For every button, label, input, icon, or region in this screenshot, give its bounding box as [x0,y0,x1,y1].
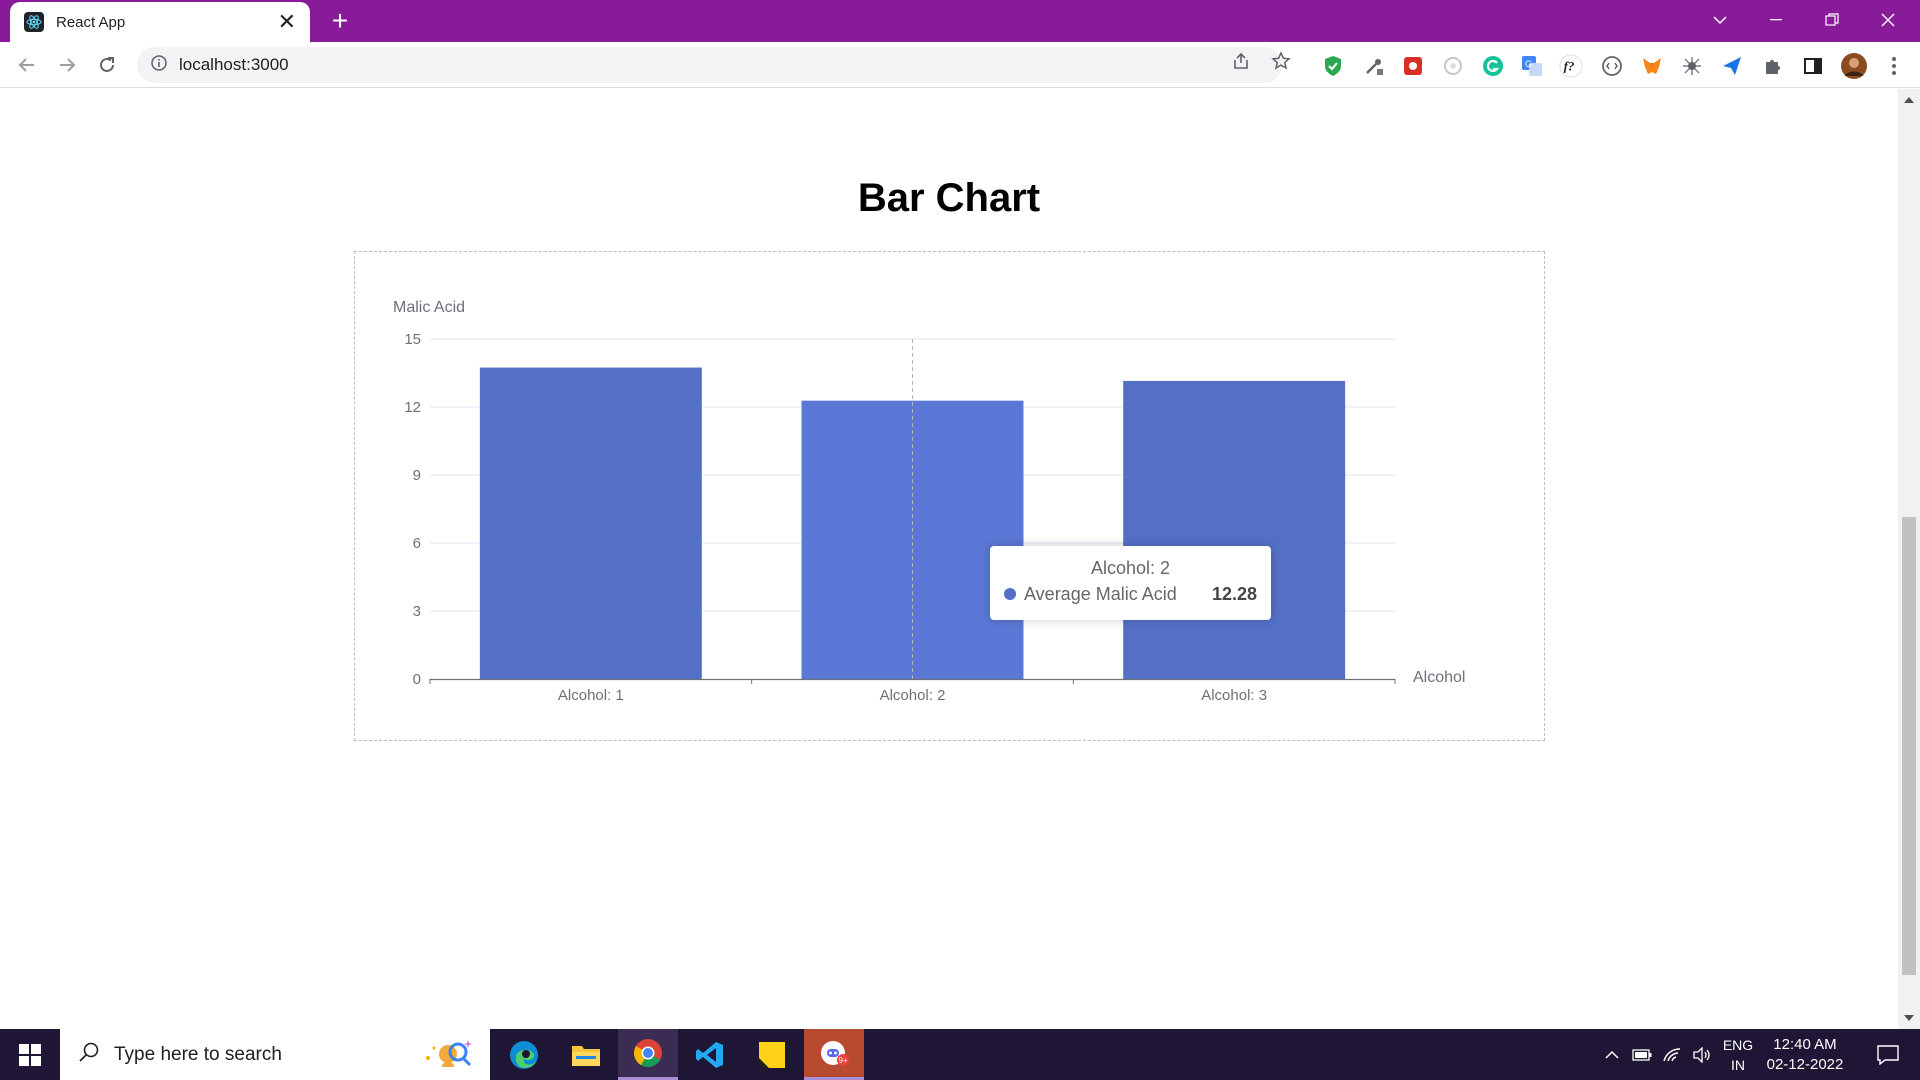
bar-chart: 03691215Malic AcidAlcohol: 1 Alcohol: 2 Al… [393,299,1465,704]
url-text[interactable]: localhost:3000 [179,55,289,75]
file-explorer-icon[interactable] [556,1029,616,1080]
react-logo-icon [24,12,44,32]
close-window-icon[interactable] [1860,0,1916,40]
show-hidden-icons-chevron-icon[interactable] [1600,1029,1624,1080]
extensions-puzzle-icon[interactable] [1761,54,1785,78]
x-axis-label: Alcohol [1413,669,1465,686]
region-code: IN [1731,1057,1745,1073]
clock-time: 12:40 AM [1773,1036,1837,1053]
tooltip-title: Alcohol: 2 [1090,558,1171,578]
y-tick-label: 9 [413,467,421,484]
code-extension-icon[interactable] [1600,54,1624,78]
scroll-thumb[interactable] [1902,517,1916,975]
scroll-down-arrow-icon[interactable] [1904,1015,1914,1021]
y-tick-label: 12 [404,399,421,416]
clock-date: 02-12-2022 [1766,1056,1844,1073]
eyedropper-extension-icon[interactable] [1362,54,1386,78]
wifi-icon[interactable] [1658,1029,1686,1080]
y-tick-label: 0 [413,671,421,688]
language-indicator[interactable]: ENG IN [1716,1035,1760,1075]
minimize-icon[interactable] [1748,0,1804,40]
bar-2 [801,400,1024,679]
discord-icon[interactable]: 9+ [804,1029,864,1080]
circle-extension-icon[interactable] [1441,54,1465,78]
sticky-notes-icon[interactable] [742,1029,802,1080]
search-placeholder: Type here to search [114,1043,282,1065]
y-tick-label: 15 [404,331,421,348]
search-highlight-icon [420,1034,476,1075]
x-tick-label: Alcohol: 2 [880,687,946,704]
chart-container: 0 3 6 9 12 15 Malic Acid Alcohol: 1 Alcohol: 2 Al… [354,251,1545,741]
restore-icon[interactable] [1804,0,1860,40]
shield-extension-icon[interactable] [1321,54,1345,78]
system-clock[interactable]: 12:40 AM 02-12-2022 [1762,1035,1848,1075]
bar-1 [479,367,702,679]
svg-text:G: G [1525,59,1532,69]
taskbar-search-box[interactable]: Type here to search [60,1029,490,1080]
windows-start-icon[interactable] [0,1029,60,1080]
browser-toolbar: localhost:3000 G f? [0,42,1920,88]
vscode-icon[interactable] [680,1029,740,1080]
browser-menu-icon[interactable] [1882,54,1906,78]
bar-3 [1123,380,1346,679]
font-finder-icon[interactable]: f? [1559,54,1583,78]
battery-icon[interactable] [1628,1029,1656,1080]
profile-avatar[interactable] [1840,52,1868,80]
page-content: Bar Chart 0 3 6 9 12 15 Malic Acid Alcohol: 1 Al… [0,89,1898,1029]
x-tick-label: Alcohol: 3 [1201,687,1267,704]
edge-browser-icon[interactable] [494,1029,554,1080]
back-icon[interactable] [12,50,42,80]
tooltip-row: Average Malic Acid 12.28 [1004,580,1257,608]
chart-tooltip: Alcohol: 2 Average Malic Acid 12.28 [990,546,1271,620]
site-info-icon[interactable] [151,54,167,76]
share-icon[interactable] [1230,50,1252,72]
new-tab-button[interactable]: + [325,6,355,36]
search-icon [78,1041,100,1068]
metamask-fox-icon[interactable] [1640,54,1664,78]
paper-plane-icon[interactable] [1720,54,1744,78]
windows-taskbar: Type here to search 9+ ENG IN 12:40 AM 0… [0,1029,1920,1080]
tooltip-value: 12.28 [1211,584,1257,604]
red-extension-icon[interactable] [1401,54,1425,78]
tab-title: React App [56,13,126,31]
x-tick-label: Alcohol: 1 [558,687,624,704]
reload-icon[interactable] [92,50,122,80]
bug-extension-icon[interactable] [1680,54,1704,78]
browser-tab[interactable]: React App ✕ [10,2,310,42]
y-tick-label: 3 [413,603,421,620]
tab-close-icon[interactable]: ✕ [278,11,296,33]
browser-title-bar: React App ✕ + [0,0,1920,42]
address-bar[interactable]: localhost:3000 [137,47,1282,83]
grammarly-icon[interactable] [1481,54,1505,78]
tab-search-icon[interactable] [1692,0,1748,40]
forward-icon[interactable] [52,50,82,80]
y-tick-label: 6 [413,535,421,552]
scroll-up-arrow-icon[interactable] [1904,97,1914,103]
page-scrollbar[interactable] [1898,89,1920,1029]
volume-icon[interactable] [1688,1029,1716,1080]
page-title: Bar Chart [857,176,1041,220]
language-code: ENG [1722,1037,1754,1053]
y-axis-label: Malic Acid [393,299,465,316]
chrome-icon[interactable] [618,1029,678,1080]
side-panel-icon[interactable] [1801,54,1825,78]
notification-center-icon[interactable] [1864,1029,1912,1080]
svg-text:9+: 9+ [839,1056,848,1065]
bookmark-star-icon[interactable] [1270,50,1292,72]
svg-text:f?: f? [1564,59,1575,74]
series-color-marker [1004,588,1016,600]
translate-icon[interactable]: G [1520,54,1544,78]
tooltip-series-name: Average Malic Acid [1024,584,1177,604]
